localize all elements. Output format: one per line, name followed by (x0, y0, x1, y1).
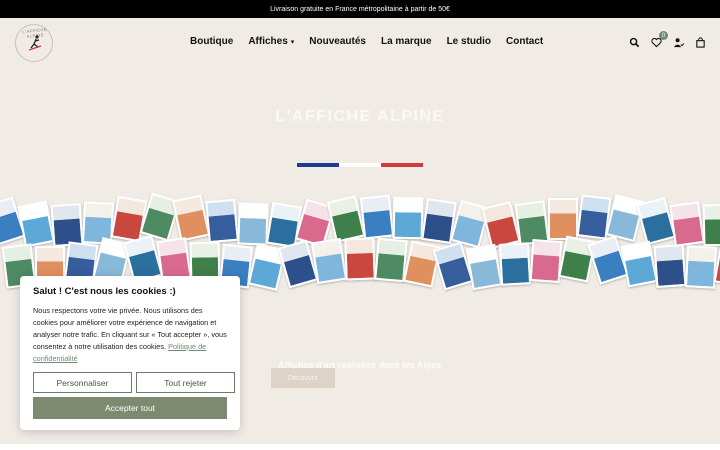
poster-thumbnail (265, 201, 303, 248)
nav-la-marque[interactable]: La marque (381, 36, 432, 47)
brand-logo[interactable]: L'AFFICHE ALPINE (15, 24, 53, 62)
reject-all-button[interactable]: Tout rejeter (136, 372, 235, 393)
nav-label: Affiches (248, 36, 288, 47)
announcement-text: Livraison gratuite en France métropolita… (270, 5, 450, 13)
flag-red (381, 163, 423, 167)
nav-label: Nouveautés (309, 36, 366, 47)
poster-thumbnail (498, 242, 532, 286)
poster-thumbnail (50, 202, 84, 247)
cookie-secondary-buttons: Personnaliser Tout rejeter (33, 372, 235, 393)
search-icon[interactable] (628, 36, 640, 48)
poster-thumbnail (205, 198, 239, 244)
accept-all-button[interactable]: Accepter tout (33, 397, 227, 419)
poster-thumbnail (402, 239, 442, 288)
chevron-down-icon: ▾ (290, 38, 295, 46)
hero-title: L'AFFICHE ALPINE (275, 108, 445, 125)
poster-thumbnail (653, 244, 687, 289)
poster-thumbnail (620, 240, 658, 288)
nav-boutique[interactable]: Boutique (190, 36, 233, 47)
nav-nouveautes[interactable]: Nouveautés (309, 36, 366, 47)
cookie-consent-dialog: Salut ! C'est nous les cookies :) Nous r… (20, 276, 240, 430)
nav-le-studio[interactable]: Le studio (447, 36, 491, 47)
poster-thumbnail (237, 202, 269, 246)
poster-thumbnail (669, 201, 705, 248)
poster-thumbnail (17, 200, 55, 248)
wishlist-count-badge: 0 (659, 31, 668, 40)
poster-thumbnail (548, 198, 578, 241)
heart-icon[interactable]: 0 (650, 31, 668, 48)
nav-label: Boutique (190, 36, 234, 47)
customize-button[interactable]: Personnaliser (33, 372, 132, 393)
announcement-bar: Livraison gratuite en France métropolita… (0, 0, 720, 18)
nav-affiches[interactable]: Affiches ▾ (248, 36, 294, 47)
user-icon[interactable] (672, 36, 684, 48)
main-nav: Boutique Affiches ▾ Nouveautés La marque … (190, 36, 543, 47)
nav-contact[interactable]: Contact (506, 36, 543, 47)
french-flag-stripe (297, 163, 423, 167)
poster-thumbnail (392, 196, 424, 240)
nav-label: Contact (506, 36, 544, 47)
skier-icon (28, 35, 42, 51)
nav-label: La marque (380, 36, 432, 47)
poster-thumbnail (684, 244, 718, 289)
nav-label: Le studio (446, 36, 492, 47)
poster-thumbnail (310, 237, 348, 284)
poster-thumbnail (702, 203, 720, 247)
bag-icon[interactable] (694, 36, 706, 48)
header-icons: 0 (628, 31, 706, 48)
cookie-text: Nous respectons votre vie privée. Nous u… (33, 305, 227, 365)
discover-button[interactable]: Découvrir (271, 368, 335, 388)
poster-thumbnail (344, 237, 376, 281)
poster-thumbnail (359, 194, 395, 240)
flag-blue (297, 163, 339, 167)
flag-white (339, 163, 381, 167)
cookie-title: Salut ! C'est nous les cookies :) (33, 286, 176, 297)
poster-thumbnail (110, 195, 148, 243)
poster-thumbnail (374, 237, 408, 283)
poster-thumbnail (465, 243, 503, 291)
page-bottom-strip (0, 444, 720, 450)
